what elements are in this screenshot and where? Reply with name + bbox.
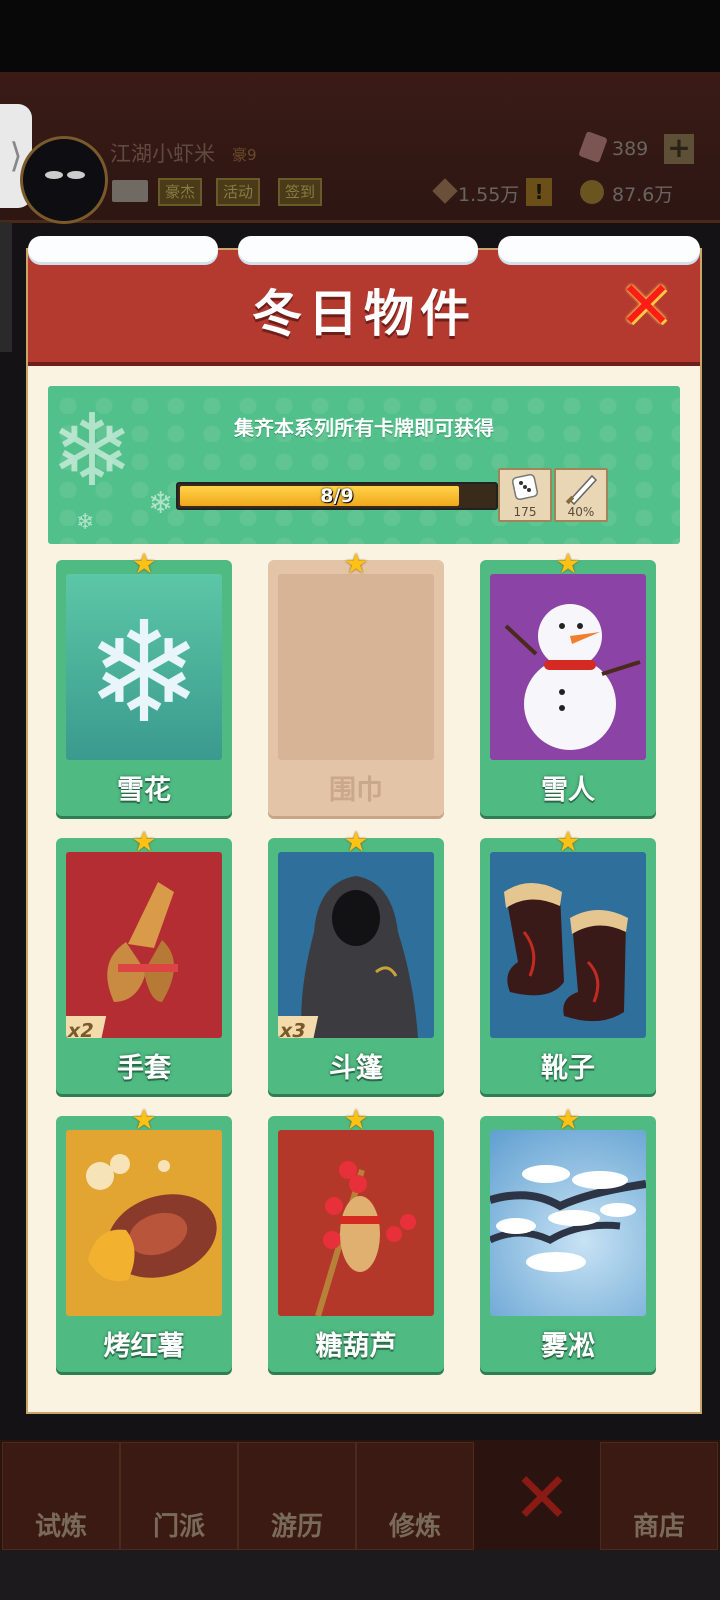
checkin-button[interactable]: 签到 (278, 178, 323, 206)
card-art (490, 1130, 646, 1316)
card-scarf[interactable]: ★ 围巾 (268, 550, 444, 816)
card-art (66, 1130, 222, 1316)
snowflake-icon: ❄ (148, 486, 174, 521)
status-bar-area (0, 0, 720, 72)
cloak-icon (301, 876, 418, 1038)
card-name: 糖葫芦 (315, 1331, 397, 1362)
snow-decoration (498, 236, 700, 262)
card-art-empty (278, 574, 434, 760)
background-panel (0, 222, 12, 352)
nav-travel[interactable]: 游历 (238, 1442, 356, 1550)
power-value: 1.55万 (458, 184, 520, 206)
card-art: ❄ (66, 574, 222, 760)
reward-value: 40% (567, 505, 595, 519)
card-count-badge: x2 (66, 1016, 107, 1038)
card-sweet-potato[interactable]: ★ 烤红薯 (56, 1106, 232, 1372)
candied-haws-icon (315, 1161, 416, 1316)
card-count-badge: x3 (278, 1016, 319, 1038)
snow-decoration (28, 236, 218, 262)
snow-decoration (238, 236, 478, 262)
snowflake-icon: ❄ (85, 592, 203, 755)
card-name: 手套 (117, 1053, 171, 1084)
player-rank: 豪9 (232, 146, 257, 164)
reward-slot-blade[interactable]: 40% (554, 468, 608, 522)
star-icon: ★ (555, 1103, 581, 1136)
card-art: x2 (66, 852, 222, 1038)
nav-label: 游历 (270, 1512, 323, 1542)
card-snowman[interactable]: ★ 雪人 (480, 550, 656, 816)
star-icon: ★ (343, 1103, 369, 1136)
events-button[interactable]: 活动 (216, 178, 261, 206)
nav-label: 门派 (152, 1512, 205, 1542)
card-name: 雾凇 (541, 1331, 595, 1362)
collect-hint: 集齐本系列所有卡牌即可获得 (234, 416, 494, 440)
heroes-button[interactable]: 豪杰 (158, 178, 203, 206)
card-art (278, 1130, 434, 1316)
star-icon: ★ (555, 825, 581, 858)
card-candied-haws[interactable]: ★ 糖葫芦 (268, 1106, 444, 1372)
star-icon: ★ (131, 547, 157, 580)
star-icon: ★ (131, 1103, 157, 1136)
nav-trial[interactable]: 试炼 (2, 1442, 120, 1550)
reward-slot-dice[interactable]: 175 (498, 468, 552, 522)
add-gems-button[interactable]: + (664, 134, 694, 164)
nav-shop[interactable]: 商店 (600, 1442, 718, 1550)
card-snowflake[interactable]: ❄ ★ 雪花 (56, 550, 232, 816)
star-icon: ★ (343, 547, 369, 580)
sweet-potato-icon (86, 1154, 217, 1282)
nav-sect[interactable]: 门派 (120, 1442, 238, 1550)
modal-title: 冬日物件 (252, 285, 476, 343)
collection-modal: 冬日物件 ✕ ❄ ❄ ❄ 集齐本系列所有卡牌即可获得 8/9 175 40% ❄… (26, 236, 702, 1414)
nav-label: 商店 (632, 1512, 685, 1542)
coin-value: 87.6万 (612, 184, 674, 206)
card-rime[interactable]: ★ 雾凇 (480, 1106, 656, 1372)
reward-value: 175 (513, 505, 537, 519)
set-reward-banner: ❄ ❄ ❄ 集齐本系列所有卡牌即可获得 8/9 175 40% (48, 386, 680, 544)
snowflake-icon: ❄ (76, 510, 95, 535)
progress-bar: 8/9 (176, 482, 498, 510)
avatar[interactable] (20, 136, 108, 224)
boots-icon (504, 883, 628, 1022)
coin-icon (580, 180, 604, 204)
card-name: 雪花 (117, 775, 171, 806)
card-boots[interactable]: ★ 靴子 (480, 828, 656, 1094)
card-name: 靴子 (541, 1053, 595, 1084)
blade-icon (565, 474, 598, 506)
card-art: x3 (278, 852, 434, 1038)
modal-header: 冬日物件 ✕ (28, 236, 700, 366)
avatar-eye (67, 171, 85, 179)
card-name: 围巾 (329, 775, 383, 806)
star-icon: ★ (343, 825, 369, 858)
close-icon[interactable]: ✕ (618, 273, 674, 339)
system-nav-area (0, 1550, 720, 1600)
card-name: 斗篷 (329, 1053, 383, 1084)
card-cloak[interactable]: x3 ★ 斗篷 (268, 828, 444, 1094)
gem-count: 389 (612, 138, 649, 160)
nav-label: 修炼 (388, 1512, 441, 1542)
star-icon: ★ (131, 825, 157, 858)
card-name: 雪人 (541, 775, 595, 806)
gloves-icon (107, 882, 178, 1002)
alert-button[interactable]: ! (526, 178, 552, 206)
nav-cultivate[interactable]: 修炼 (356, 1442, 474, 1550)
dice-icon (511, 473, 539, 501)
card-gloves[interactable]: x2 ★ 手套 (56, 828, 232, 1094)
rime-tree-icon (490, 1165, 646, 1272)
snowflake-icon: ❄ (50, 392, 134, 509)
nav-label: 试炼 (34, 1512, 87, 1542)
mail-icon[interactable] (112, 180, 148, 202)
card-art (490, 574, 646, 760)
progress-label: 8/9 (320, 485, 354, 507)
card-name: 烤红薯 (103, 1331, 185, 1362)
snowman-icon (504, 604, 641, 750)
player-name: 江湖小虾米 (110, 142, 215, 166)
star-icon: ★ (555, 547, 581, 580)
card-art (490, 852, 646, 1038)
avatar-eye (45, 171, 63, 179)
nav-close-icon[interactable]: ✕ (512, 1463, 572, 1533)
